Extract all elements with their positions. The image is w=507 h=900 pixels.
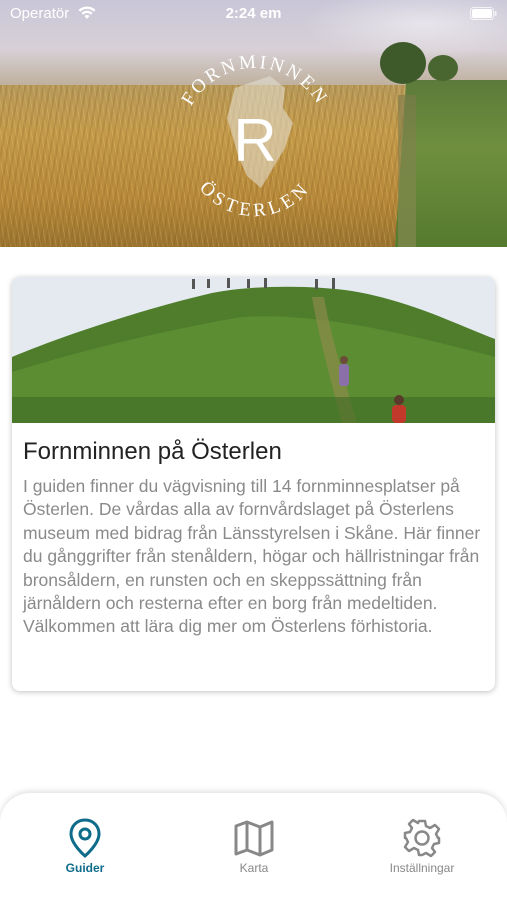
hero-image: FORNMINNEN ÖSTERLEN R [0,0,507,247]
gear-icon [403,818,441,858]
status-bar: Operatör 2:24 em [0,0,507,28]
app-logo: FORNMINNEN ÖSTERLEN R [177,51,329,218]
guide-card[interactable]: Fornminnen på Österlen I guiden finner d… [12,277,495,691]
battery-icon [470,7,497,20]
map-icon [234,820,274,857]
tab-installningar-label: Inställningar [389,861,455,875]
guide-card-body: Fornminnen på Österlen I guiden finner d… [23,437,485,639]
guide-description: I guiden finner du vägvisning till 14 fo… [23,476,481,637]
tree [380,42,426,84]
tab-karta-label: Karta [239,861,269,875]
burial-mound-image [12,277,495,423]
tab-bar: Guider Karta Inställningar [0,793,507,900]
grass-path [398,95,416,247]
guide-photo [12,277,495,423]
tab-karta[interactable]: Karta [194,818,314,875]
tree [428,55,458,81]
tab-guider[interactable]: Guider [25,818,145,875]
tab-guider-label: Guider [65,861,105,875]
logo-rune-letter: R [233,107,276,174]
logo-text-bottom: ÖSTERLEN [195,177,311,218]
tab-installningar[interactable]: Inställningar [362,818,482,875]
svg-text:ÖSTERLEN: ÖSTERLEN [195,177,315,218]
guide-title: Fornminnen på Österlen [23,438,282,465]
clock: 2:24 em [225,5,282,22]
map-pin-icon [69,818,101,858]
